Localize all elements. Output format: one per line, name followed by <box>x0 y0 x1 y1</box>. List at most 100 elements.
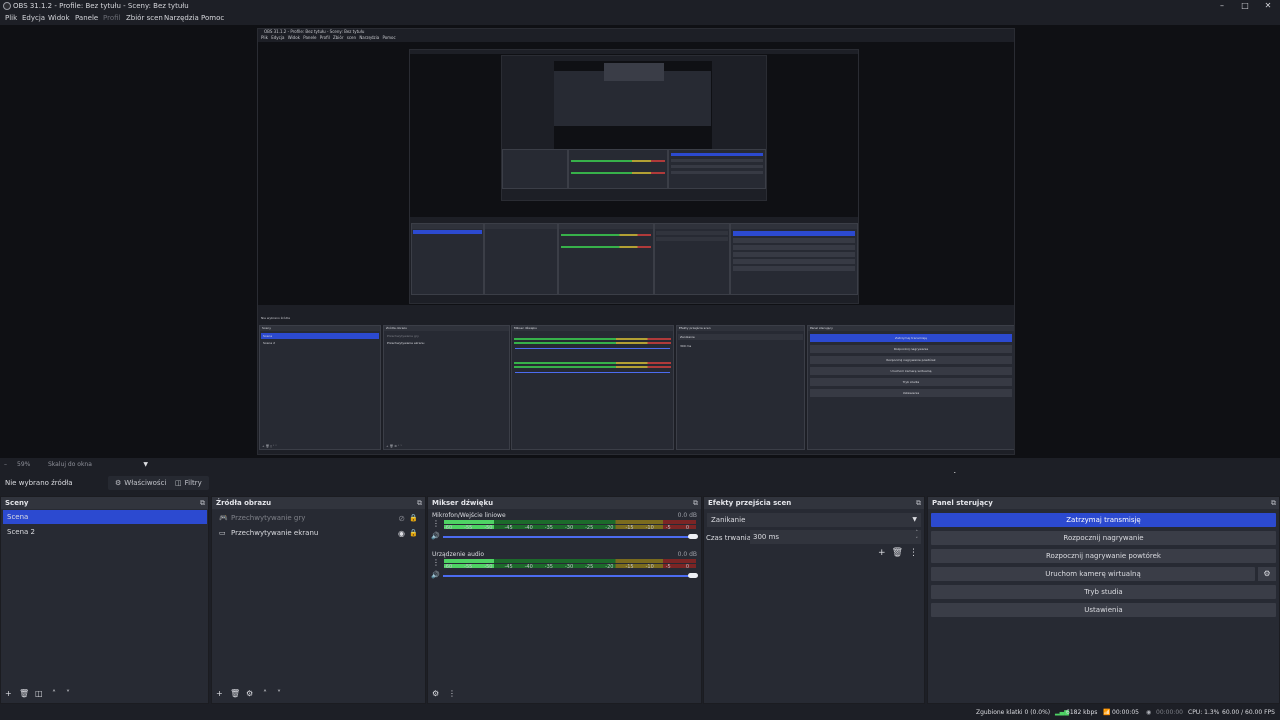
meter-tick-label: -50 <box>484 564 493 570</box>
maximize-button[interactable]: □ <box>1235 0 1255 12</box>
meter-tick-label: -30 <box>564 525 574 531</box>
controls-dock-title: Panel sterujący ⧉ <box>928 497 1279 509</box>
start-replay-buffer-button[interactable]: Rozpocznij nagrywanie powtórek <box>931 549 1276 563</box>
meter-tick-label: -60 <box>444 525 453 531</box>
nested-controls-dock: Panel sterujący Zatrzymaj transmisję Roz… <box>807 325 1014 450</box>
source-toolbar: Nie wybrano źródła ⚙ Właściwości ◫ Filtry <box>0 473 1280 493</box>
controls-dock: Panel sterujący ⧉ Zatrzymaj transmisję R… <box>927 496 1280 704</box>
move-down-icon[interactable]: ˅ <box>66 685 70 703</box>
mixer-channel: Mikrofon/Wejście liniowe 0.0 dB -60 -55 -5… <box>428 512 701 552</box>
meter-tick-label: 0 <box>685 525 690 531</box>
stop-streaming-button[interactable]: Zatrzymaj transmisję <box>931 513 1276 527</box>
volume-slider-knob[interactable] <box>688 573 698 578</box>
dock-float-icon[interactable]: ⧉ <box>1271 497 1276 509</box>
move-up-icon[interactable]: ˄ <box>263 685 267 703</box>
trash-icon[interactable]: 🗑 <box>892 548 903 558</box>
scene-item[interactable]: Scena <box>3 510 207 524</box>
dock-float-icon[interactable]: ⧉ <box>417 497 422 509</box>
lock-icon[interactable]: 🔒 <box>409 511 418 526</box>
nested-preview <box>258 42 1014 305</box>
sources-dock-title: Źródła obrazu ⧉ <box>212 497 425 509</box>
meter-level <box>444 559 495 563</box>
meter-tick-label: -10 <box>645 564 654 570</box>
filter-icon[interactable]: ◫ <box>35 685 43 703</box>
menu-edit[interactable]: Edycja <box>22 12 45 24</box>
studio-mode-button[interactable]: Tryb studia <box>931 585 1276 599</box>
scenes-toolbar: + 🗑 ◫ ˄ ˅ <box>1 685 208 703</box>
kebab-menu-icon[interactable]: ⋮ <box>448 685 456 703</box>
lock-icon[interactable]: 🔒 <box>409 526 418 541</box>
scenes-dock-title: Sceny ⧉ <box>1 497 208 509</box>
source-item[interactable]: ▭ Przechwytywanie ekranu ◉ 🔒 <box>214 526 423 541</box>
gear-icon[interactable]: ⚙ <box>1258 567 1276 581</box>
meter-tick-label: 0 <box>685 564 690 570</box>
meter-tick-label: -5 <box>665 525 671 531</box>
fps: 60.00 / 60.00 FPS <box>1222 709 1275 716</box>
obs-logo-icon <box>3 2 11 10</box>
mixer-dock: Mikser dźwięku ⧉ Mikrofon/Wejście liniow… <box>427 496 702 704</box>
volume-icon[interactable]: 🔊 <box>431 532 440 540</box>
scene-item[interactable]: Scena 2 <box>3 525 207 539</box>
volume-slider[interactable] <box>443 575 692 577</box>
menu-view[interactable]: Widok <box>48 12 70 24</box>
preview-canvas[interactable]: OBS 31.1.2 - Profile: Bez tytułu - Sceny… <box>257 28 1015 455</box>
menu-docks[interactable]: Panele <box>75 12 98 24</box>
eye-icon[interactable]: ◉ <box>398 526 405 541</box>
meter-tick-label: -25 <box>585 525 594 531</box>
menu-scene-collection[interactable]: Zbiór scen <box>126 12 163 24</box>
move-down-icon[interactable]: ˅ <box>277 685 281 703</box>
minimize-button[interactable]: – <box>1212 0 1232 12</box>
start-virtual-camera-button[interactable]: Uruchom kamerę wirtualną <box>931 567 1255 581</box>
zoom-select[interactable]: Skaluj do okna ▼ <box>40 460 152 470</box>
filters-button[interactable]: ◫ Filtry <box>168 476 209 490</box>
meter-tick-label: -60 <box>444 564 453 570</box>
window-title: OBS 31.1.2 - Profile: Bez tytułu - Sceny… <box>13 2 189 10</box>
close-button[interactable]: ✕ <box>1258 0 1278 12</box>
add-icon[interactable]: + <box>5 685 12 703</box>
gear-icon[interactable]: ⚙ <box>432 685 439 703</box>
add-icon[interactable]: + <box>216 685 223 703</box>
settings-button[interactable]: Ustawienia <box>931 603 1276 617</box>
duration-input[interactable]: 300 ms ˄ ˅ <box>750 530 921 544</box>
volume-icon[interactable]: 🔊 <box>431 571 440 579</box>
trash-icon[interactable]: 🗑 <box>230 685 240 703</box>
menu-help[interactable]: Pomoc <box>201 12 224 24</box>
trash-icon[interactable]: 🗑 <box>19 685 29 703</box>
nested-source-toolbar: Nie wybrano źródła <box>261 316 290 320</box>
menu-file[interactable]: Plik <box>5 12 17 24</box>
transition-select[interactable]: Zanikanie ▼ <box>707 513 921 527</box>
gear-icon: ⚙ <box>115 479 122 487</box>
kebab-menu-icon[interactable]: ⋮ <box>432 519 440 528</box>
volume-slider[interactable] <box>443 536 692 538</box>
monitor-icon: ▭ <box>219 529 226 537</box>
meter-tick-label: -20 <box>605 564 614 570</box>
preview-area[interactable]: OBS 31.1.2 - Profile: Bez tytułu - Sceny… <box>0 25 1280 473</box>
add-icon[interactable]: + <box>878 548 886 558</box>
gear-icon[interactable]: ⚙ <box>246 685 253 703</box>
meter-tick-label: -15 <box>625 525 634 531</box>
dock-float-icon[interactable]: ⧉ <box>200 497 205 509</box>
zoom-select-value: Skaluj do okna <box>48 461 92 468</box>
meter-level <box>444 520 495 524</box>
source-item[interactable]: 🎮 Przechwytywanie gry ⊘ 🔒 <box>214 511 423 526</box>
mixer-channel: Urządzenie audio 0.0 dB -60 -55 -50 -45 -40-… <box>428 551 701 591</box>
menu-tools[interactable]: Narzędzia <box>164 12 199 24</box>
meter-tick-label: -40 <box>524 525 533 531</box>
dock-float-icon[interactable]: ⧉ <box>916 497 921 509</box>
start-recording-button[interactable]: Rozpocznij nagrywanie <box>931 531 1276 545</box>
bitrate: 6182 kbps <box>1066 709 1098 716</box>
spinner-icon[interactable]: ˄ ˅ <box>916 530 919 544</box>
properties-button[interactable]: ⚙ Właściwości <box>108 476 174 490</box>
zoom-out-button[interactable]: – <box>4 458 7 472</box>
kebab-menu-icon[interactable]: ⋮ <box>909 548 918 558</box>
kebab-menu-icon[interactable]: ⋮ <box>432 558 440 567</box>
dock-float-icon[interactable]: ⧉ <box>693 497 698 509</box>
meter-tick-label: -20 <box>605 525 614 531</box>
duration-label: Czas trwania <box>706 534 752 542</box>
nested-preview-level-2 <box>409 49 859 304</box>
status-bar: Zgubione klatki 0 (0.0%) ▂▄▆ 6182 kbps 📶… <box>0 705 1280 720</box>
move-up-icon[interactable]: ˄ <box>52 685 56 703</box>
volume-slider-knob[interactable] <box>688 534 698 539</box>
eye-hidden-icon[interactable]: ⊘ <box>398 511 405 526</box>
menu-profile[interactable]: Profil <box>103 12 120 24</box>
